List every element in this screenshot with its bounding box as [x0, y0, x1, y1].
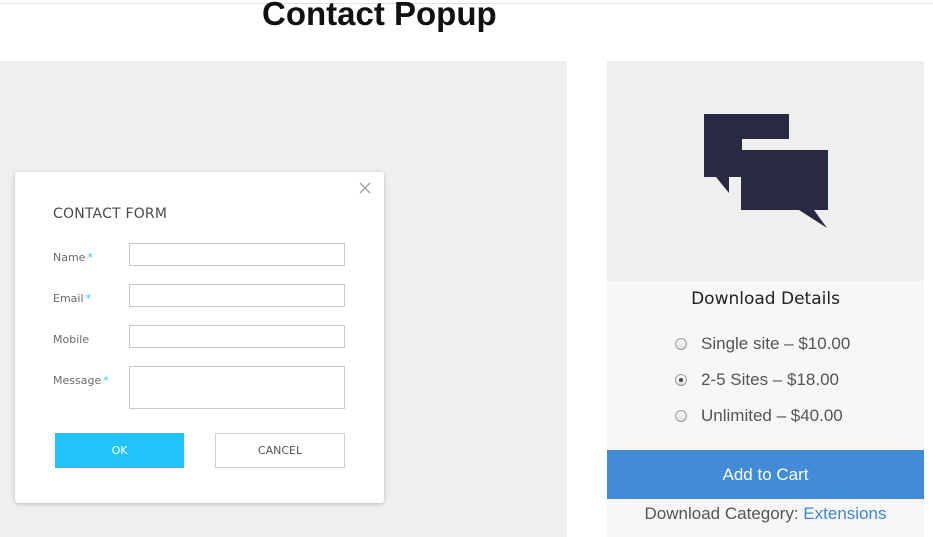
price-option-unlimited[interactable]: Unlimited – $40.00: [675, 406, 843, 426]
download-details-panel: Download Details Single site – $10.00 2-…: [607, 281, 924, 450]
download-category: Download Category: Extensions: [607, 499, 924, 537]
download-details-title: Download Details: [691, 289, 840, 309]
price-option-label: Single site – $10.00: [701, 334, 851, 353]
category-link-extensions[interactable]: Extensions: [803, 504, 886, 523]
name-label: Name *: [53, 251, 93, 264]
ok-button[interactable]: OK: [55, 433, 184, 468]
page-title: Contact Popup: [262, 0, 497, 32]
radio-button-selected[interactable]: [675, 374, 687, 386]
email-label-text: Email: [53, 292, 84, 305]
price-option-2-5-sites[interactable]: 2-5 Sites – $18.00: [675, 370, 839, 390]
radio-button[interactable]: [675, 338, 687, 350]
cancel-button[interactable]: CANCEL: [215, 433, 345, 468]
message-field[interactable]: [129, 366, 345, 409]
required-mark: *: [87, 251, 93, 264]
product-image: [607, 61, 924, 281]
required-mark: *: [103, 374, 109, 387]
email-label: Email *: [53, 292, 91, 305]
radio-button[interactable]: [675, 410, 687, 422]
name-label-text: Name: [53, 251, 86, 264]
email-field[interactable]: [129, 284, 345, 307]
contact-form-modal: CONTACT FORM Name * Email * Mobile Message…: [15, 172, 384, 503]
form-title: CONTACT FORM: [53, 206, 168, 222]
price-option-single-site[interactable]: Single site – $10.00: [675, 334, 850, 354]
mobile-label-text: Mobile: [53, 333, 90, 346]
mobile-label: Mobile: [53, 333, 91, 346]
mobile-field[interactable]: [129, 325, 345, 348]
category-label: Download Category:: [644, 504, 799, 523]
chat-bubbles-icon: [704, 114, 828, 228]
close-icon[interactable]: [358, 181, 372, 195]
required-mark: *: [85, 292, 92, 305]
message-label-text: Message: [53, 374, 102, 387]
price-option-label: Unlimited – $40.00: [701, 406, 843, 425]
add-to-cart-button[interactable]: Add to Cart: [607, 450, 924, 499]
message-label: Message *: [53, 374, 109, 387]
price-option-label: 2-5 Sites – $18.00: [701, 370, 839, 389]
name-field[interactable]: [129, 243, 345, 266]
